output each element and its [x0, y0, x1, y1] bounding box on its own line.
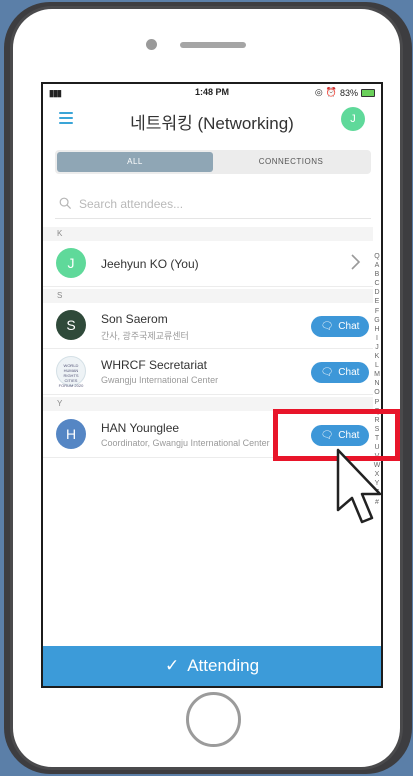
forum-logo: WORLD HUMAN RIGHTS CITIES FORUM 2020 [56, 356, 86, 388]
alphabet-index-letter[interactable]: E [371, 297, 381, 306]
mouse-pointer-icon [336, 448, 382, 524]
attendee-filter-tabs: ALL CONNECTIONS [55, 150, 371, 174]
alphabet-index-letter[interactable]: L [371, 361, 381, 370]
chat-bubble-icon: 🗨 [320, 321, 334, 332]
attendee-name: Jeehyun KO (You) [101, 257, 199, 271]
phone-camera [146, 39, 157, 50]
alphabet-index-letter[interactable]: J [371, 343, 381, 352]
chat-bubble-icon: 🗨 [320, 367, 334, 378]
page-title: 네트워킹 (Networking) [130, 114, 294, 133]
battery-icon [361, 88, 375, 97]
alphabet-index-letter[interactable]: I [371, 334, 381, 343]
alphabet-index-letter[interactable]: C [371, 279, 381, 288]
location-icon: ◎ [314, 87, 323, 97]
alphabet-index-letter[interactable]: O [371, 388, 381, 397]
alphabet-index-letter[interactable]: P [371, 398, 381, 407]
alphabet-index-letter[interactable]: B [371, 270, 381, 279]
attendee-row-son-saerom[interactable]: S Son Saerom 간사, 광주국제교류센터 🗨 Chat [43, 303, 373, 349]
alphabet-index-letter[interactable]: K [371, 352, 381, 361]
search-input[interactable] [79, 195, 359, 213]
search-icon [59, 197, 72, 210]
attendee-subtitle: Coordinator, Gwangju International Cente… [101, 438, 270, 448]
alphabet-index-letter[interactable]: Q [371, 252, 381, 261]
chat-button-label: Chat [338, 321, 360, 332]
alphabet-index-letter[interactable]: M [371, 370, 381, 379]
app-screen: ▮▮▮ 1:48 PM ◎ ⏰ 83% 네트워킹 (Networking) J … [41, 82, 383, 688]
attendee-subtitle: 간사, 광주국제교류센터 [101, 331, 189, 341]
chevron-right-icon[interactable] [349, 253, 361, 271]
section-header-k: K [43, 227, 373, 241]
alphabet-index-letter[interactable]: G [371, 316, 381, 325]
navigation-header: 네트워킹 (Networking) J [43, 102, 381, 138]
alphabet-index-letter[interactable]: F [371, 307, 381, 316]
battery-percent: 83% [339, 87, 358, 98]
alphabet-index-letter[interactable]: A [371, 261, 381, 270]
avatar: J [56, 248, 86, 278]
home-button[interactable] [186, 692, 241, 747]
avatar: S [56, 310, 86, 340]
attending-button[interactable]: ✓ Attending [43, 646, 381, 686]
alphabet-index-letter[interactable]: D [371, 288, 381, 297]
attendee-subtitle: Gwangju International Center [101, 375, 219, 385]
attendee-row-jeehyun[interactable]: J Jeehyun KO (You) [43, 241, 373, 287]
status-bar: ▮▮▮ 1:48 PM ◎ ⏰ 83% [43, 84, 381, 102]
phone-speaker [180, 42, 246, 48]
alphabet-index-letter[interactable]: N [371, 379, 381, 388]
status-right: ◎ ⏰ 83% [315, 87, 375, 98]
section-header-s: S [43, 289, 373, 303]
tab-connections[interactable]: CONNECTIONS [213, 152, 369, 172]
attending-label: Attending [187, 656, 260, 675]
attendee-name: Son Saerom [101, 312, 168, 326]
chat-button[interactable]: 🗨 Chat [311, 362, 369, 383]
checkmark-icon: ✓ [164, 656, 180, 675]
avatar: H [56, 419, 86, 449]
alphabet-index-letter[interactable]: H [371, 325, 381, 334]
attendee-name: HAN Younglee [101, 421, 180, 435]
alarm-icon: ⏰ [325, 87, 337, 97]
search-bar [55, 191, 371, 219]
attendee-row-whrcf[interactable]: WORLD HUMAN RIGHTS CITIES FORUM 2020 WHR… [43, 349, 373, 395]
profile-avatar[interactable]: J [341, 107, 365, 131]
tab-all[interactable]: ALL [57, 152, 213, 172]
chat-button-label: Chat [338, 367, 360, 378]
chat-button[interactable]: 🗨 Chat [311, 316, 369, 337]
attendee-name: WHRCF Secretariat [101, 358, 208, 372]
